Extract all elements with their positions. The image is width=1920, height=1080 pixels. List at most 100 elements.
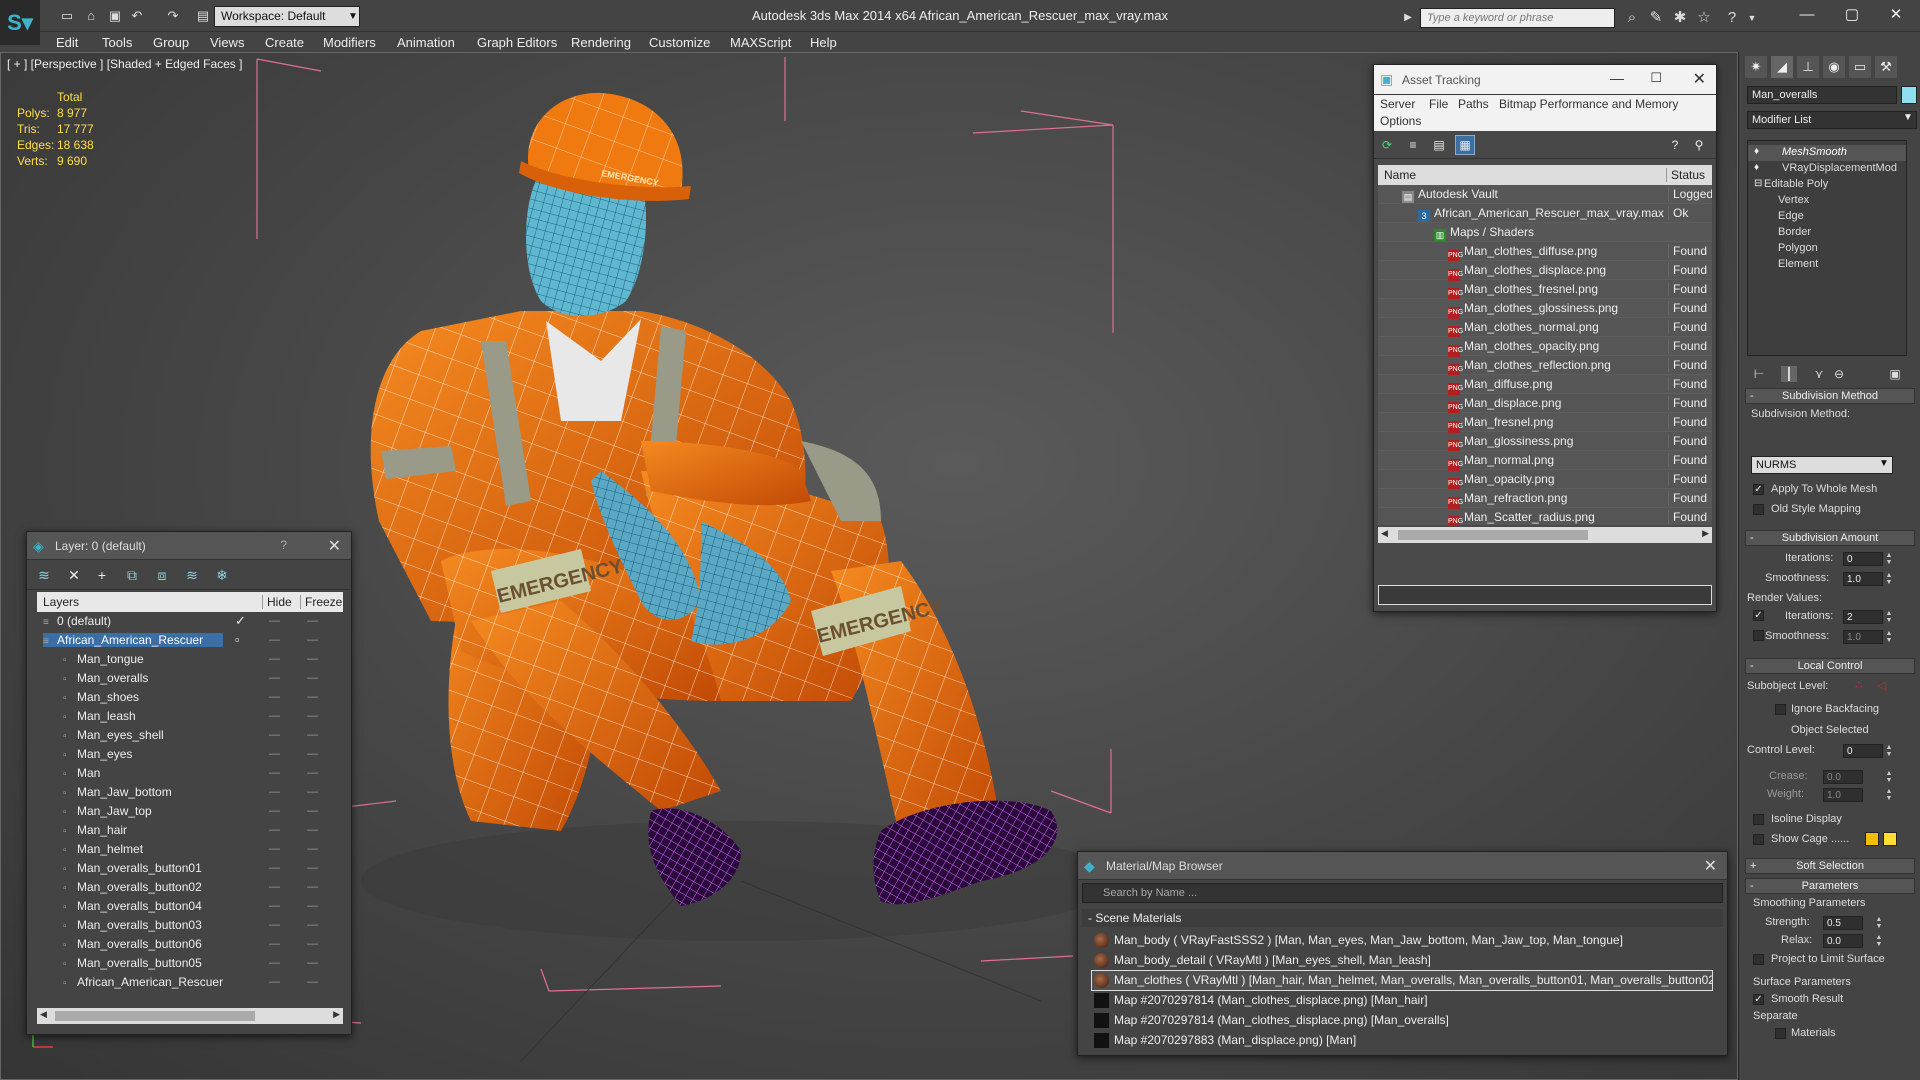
rollout-subdivision-method[interactable]: - Subdivision Method <box>1745 388 1915 404</box>
render-iterations-spinner[interactable]: 2 <box>1843 610 1883 624</box>
render-smoothness-checkbox[interactable] <box>1753 630 1764 641</box>
delete-layer-icon[interactable]: ✕ <box>65 566 83 584</box>
favorites-star-icon[interactable]: ☆ <box>1694 8 1714 28</box>
scroll-left-icon[interactable]: ◀ <box>40 1009 47 1020</box>
close-icon[interactable]: ✕ <box>328 536 341 556</box>
hierarchy-tab-icon[interactable]: ⊥ <box>1797 56 1819 78</box>
maximize-icon[interactable]: ▢ <box>1830 2 1874 28</box>
communication-icon[interactable]: ✱ <box>1670 8 1690 28</box>
at-menu-bitmap[interactable]: Bitmap Performance and Memory <box>1499 97 1678 111</box>
strength-spinner[interactable]: 0.5 <box>1823 916 1863 930</box>
asset-row[interactable]: PNGMan_clothes_normal.png Found <box>1378 318 1712 338</box>
hide-toggle[interactable]: — <box>269 615 280 627</box>
asset-row[interactable]: ▤ Autodesk Vault Logged O <box>1378 185 1712 204</box>
material-row[interactable]: Man_body_detail ( VRayMtl ) [Man_eyes_sh… <box>1092 951 1712 970</box>
subobject-level-item[interactable]: Element <box>1748 257 1906 273</box>
hide-toggle[interactable]: — <box>269 786 280 798</box>
object-color-swatch[interactable] <box>1901 86 1917 104</box>
hide-toggle[interactable]: — <box>269 748 280 760</box>
collapse-icon[interactable]: ⊟ <box>1754 178 1762 189</box>
motion-tab-icon[interactable]: ◉ <box>1823 56 1845 78</box>
scroll-right-icon[interactable]: ▶ <box>333 1009 340 1020</box>
hide-toggle[interactable]: — <box>269 653 280 665</box>
hide-toggle[interactable]: — <box>269 672 280 684</box>
iterations-spinner[interactable]: 0 <box>1843 552 1883 566</box>
object-name-field[interactable]: Man_overalls <box>1747 86 1897 104</box>
menu-graph-editors[interactable]: Graph Editors <box>477 35 557 50</box>
menu-group[interactable]: Group <box>153 35 189 50</box>
smoothness-spinner[interactable]: 1.0 <box>1843 572 1883 586</box>
layer-object-row[interactable]: ▫ Man_overalls_button03 — — <box>37 916 343 935</box>
asset-row[interactable]: PNGMan_clothes_displace.png Found <box>1378 261 1712 281</box>
material-row[interactable]: Man_clothes ( VRayMtl ) [Man_hair, Man_h… <box>1091 970 1713 991</box>
chevron-down-icon[interactable]: ▼ <box>1903 112 1913 123</box>
hide-all-icon[interactable]: ≋ <box>183 566 201 584</box>
subobject-level-item[interactable]: Edge <box>1748 209 1906 225</box>
close-icon[interactable]: ✕ <box>1704 856 1717 876</box>
layer-object-row[interactable]: ▫ Man_helmet — — <box>37 840 343 859</box>
freeze-toggle[interactable]: — <box>307 900 318 912</box>
show-cage-checkbox[interactable] <box>1753 834 1764 845</box>
asset-row[interactable]: PNGMan_fresnel.png Found <box>1378 413 1712 433</box>
refresh-icon[interactable]: ⟳ <box>1378 136 1396 154</box>
maximize-icon[interactable]: ☐ <box>1650 70 1662 86</box>
freeze-toggle[interactable]: — <box>307 729 318 741</box>
subobject-level-item[interactable]: Polygon <box>1748 241 1906 257</box>
subobject-level-item[interactable]: Border <box>1748 225 1906 241</box>
modifier-stack-item[interactable]: ♦ MeshSmooth <box>1748 145 1906 161</box>
search-expand-icon[interactable]: ▶ <box>1398 8 1418 28</box>
ignore-backfacing-checkbox[interactable] <box>1775 704 1786 715</box>
lightbulb-icon[interactable]: ♦ <box>1754 146 1759 157</box>
asset-row[interactable]: PNGMan_clothes_glossiness.png Found <box>1378 299 1712 319</box>
at-menu-server[interactable]: Server <box>1380 97 1415 111</box>
map-row[interactable]: Map #2070297883 (Man_displace.png) [Man] <box>1092 1031 1712 1050</box>
subdivision-method-dropdown[interactable]: NURMS <box>1751 456 1893 474</box>
col-hide-header[interactable]: Hide <box>262 595 292 609</box>
render-smoothness-spinner[interactable]: 1.0 <box>1843 630 1883 644</box>
hide-toggle[interactable]: — <box>269 938 280 950</box>
grid-view-icon[interactable]: ▦ <box>1455 135 1475 155</box>
scroll-left-icon[interactable]: ◀ <box>1381 528 1388 539</box>
asset-row[interactable]: ▥ Maps / Shaders <box>1378 223 1712 242</box>
rollout-local-control[interactable]: - Local Control <box>1745 658 1915 674</box>
utilities-tab-icon[interactable]: ⚒ <box>1875 56 1897 78</box>
layer-row[interactable]: ≡ African_American_Rescuer ▫ — — <box>37 631 343 650</box>
freeze-toggle[interactable]: — <box>307 843 318 855</box>
asset-row[interactable]: PNGMan_clothes_opacity.png Found <box>1378 337 1712 357</box>
help-icon[interactable]: ? <box>1666 136 1684 154</box>
layer-object-row[interactable]: ▫ Man_eyes — — <box>37 745 343 764</box>
spinner-arrows-icon[interactable]: ▲ ▼ <box>1875 916 1883 930</box>
freeze-toggle[interactable]: — <box>307 672 318 684</box>
lightbulb-icon[interactable]: ♦ <box>1754 162 1759 173</box>
binoculars-icon[interactable]: ⌕ <box>1622 8 1642 28</box>
freeze-toggle[interactable]: — <box>307 881 318 893</box>
edge-level-icon[interactable]: ◁ <box>1877 678 1886 692</box>
col-status-header[interactable]: Status <box>1666 168 1705 182</box>
freeze-toggle[interactable]: — <box>307 938 318 950</box>
freeze-toggle[interactable]: — <box>307 786 318 798</box>
subscription-icon[interactable]: ✎ <box>1646 8 1666 28</box>
menu-rendering[interactable]: Rendering <box>571 35 631 50</box>
hide-toggle[interactable]: — <box>269 710 280 722</box>
asset-row[interactable]: PNGMan_clothes_diffuse.png Found <box>1378 242 1712 262</box>
vertex-level-icon[interactable]: ∴ <box>1855 678 1863 692</box>
spinner-arrows-icon[interactable]: ▲ ▼ <box>1885 788 1893 802</box>
layer-object-row[interactable]: ▫ Man_overalls_button05 — — <box>37 954 343 973</box>
hide-toggle[interactable]: — <box>269 767 280 779</box>
layer-object-row[interactable]: ▫ Man_tongue — — <box>37 650 343 669</box>
freeze-toggle[interactable]: — <box>307 691 318 703</box>
scene-materials-group[interactable]: - Scene Materials <box>1082 909 1723 927</box>
at-menu-paths[interactable]: Paths <box>1458 97 1489 111</box>
show-end-result-icon[interactable]: ┃ <box>1781 366 1797 382</box>
freeze-all-icon[interactable]: ❄ <box>213 566 231 584</box>
layer-object-row[interactable]: ▫ African_American_Rescuer — — <box>37 973 343 992</box>
rollout-parameters[interactable]: - Parameters <box>1745 878 1915 894</box>
at-menu-file[interactable]: File <box>1429 97 1448 111</box>
layer-manager-titlebar[interactable]: ◈ Layer: 0 (default) ? ✕ <box>27 532 351 560</box>
help-button[interactable]: ? <box>280 538 287 552</box>
make-unique-icon[interactable]: ⋎ <box>1811 366 1827 382</box>
modify-tab-icon[interactable]: ◢ <box>1771 56 1793 78</box>
asset-row[interactable]: PNGMan_diffuse.png Found <box>1378 375 1712 395</box>
rollout-subdivision-amount[interactable]: - Subdivision Amount <box>1745 530 1915 546</box>
asset-row[interactable]: PNGMan_opacity.png Found <box>1378 470 1712 490</box>
